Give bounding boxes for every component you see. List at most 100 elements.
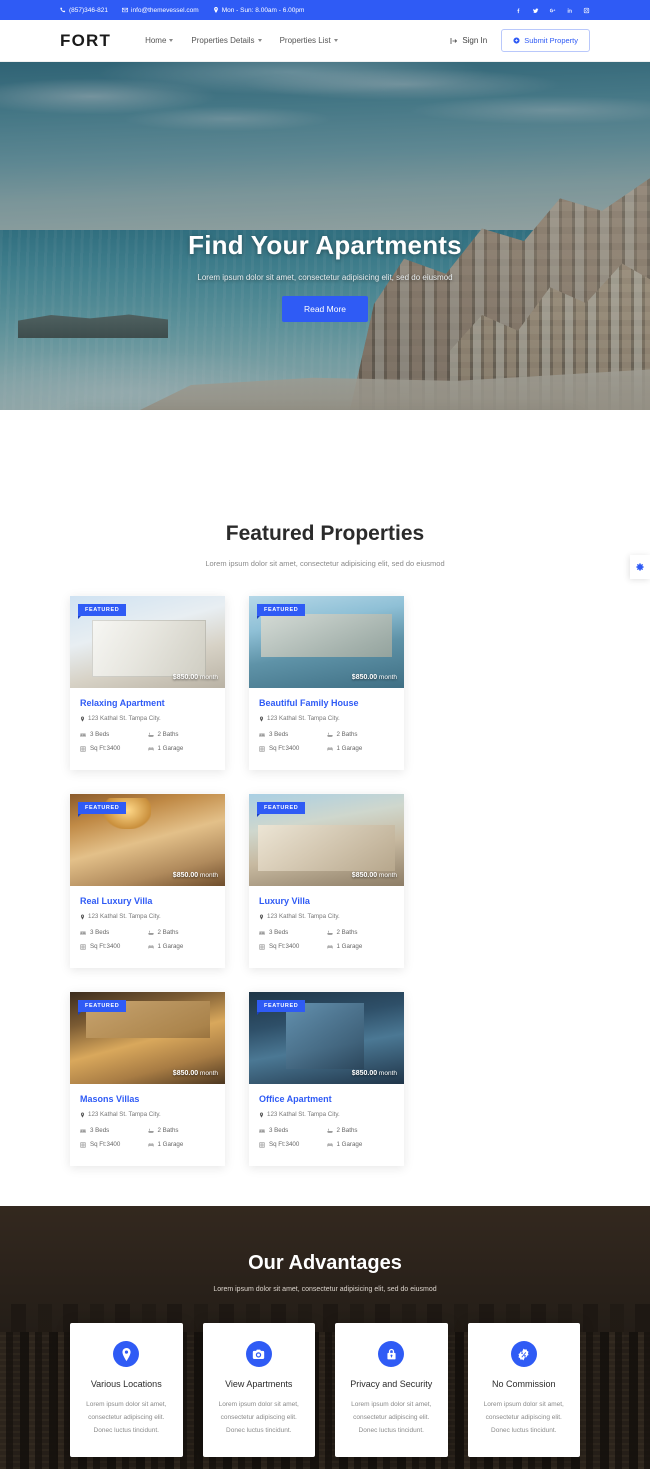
property-address: 123 Kathal St. Tampa City. — [80, 715, 215, 722]
advantage-text: Lorem ipsum dolor sit amet, consectetur … — [351, 1401, 432, 1434]
spec-beds: 3 Beds — [80, 731, 148, 738]
spec-beds: 3 Beds — [259, 1127, 327, 1134]
advantage-card-privacy-security[interactable]: Privacy and Security Lorem ipsum dolor s… — [335, 1323, 448, 1457]
nav-item-home[interactable]: Home — [145, 36, 174, 45]
property-title[interactable]: Real Luxury Villa — [80, 896, 215, 906]
spec-baths-label: 2 Baths — [336, 731, 358, 738]
spec-beds-label: 3 Beds — [269, 1127, 289, 1134]
property-specs: 3 Beds 2 Baths Sq Ft:3400 1 Garage — [80, 929, 215, 950]
site-logo[interactable]: FORT — [60, 31, 111, 51]
linkedin-icon[interactable] — [565, 6, 573, 14]
hero-banner: Find Your Apartments Lorem ipsum dolor s… — [0, 62, 650, 410]
spec-baths: 2 Baths — [326, 731, 395, 738]
property-address-text: 123 Kathal St. Tampa City. — [88, 715, 161, 722]
property-image[interactable]: FEATURED $850.00 month — [249, 596, 404, 688]
twitter-icon[interactable] — [531, 6, 539, 14]
price-amount: $850.00 — [351, 674, 378, 681]
price-amount: $850.00 — [172, 674, 199, 681]
property-image[interactable]: FEATURED $850.00 month — [70, 992, 225, 1084]
property-address: 123 Kathal St. Tampa City. — [259, 1111, 394, 1118]
map-pin-icon — [80, 716, 85, 721]
map-pin-icon — [259, 1112, 264, 1117]
property-address: 123 Kathal St. Tampa City. — [259, 715, 394, 722]
property-address-text: 123 Kathal St. Tampa City. — [267, 715, 340, 722]
property-title[interactable]: Luxury Villa — [259, 896, 394, 906]
map-pin-icon — [80, 1112, 85, 1117]
settings-gear-button[interactable] — [630, 555, 650, 579]
bed-icon — [259, 733, 265, 736]
facebook-icon[interactable] — [514, 6, 522, 14]
property-card[interactable]: FEATURED $850.00 month Luxury Villa 123 … — [249, 794, 404, 968]
property-title[interactable]: Office Apartment — [259, 1094, 394, 1104]
price-amount: $850.00 — [172, 872, 199, 879]
property-card[interactable]: FEATURED $850.00 month Real Luxury Villa… — [70, 794, 225, 968]
bed-icon — [80, 733, 86, 736]
property-image[interactable]: FEATURED $850.00 month — [249, 794, 404, 886]
spec-area: Sq Ft:3400 — [259, 943, 327, 950]
spec-garage: 1 Garage — [326, 943, 395, 950]
property-address: 123 Kathal St. Tampa City. — [80, 913, 215, 920]
property-image[interactable]: FEATURED $850.00 month — [249, 992, 404, 1084]
spec-area: Sq Ft:3400 — [80, 1141, 148, 1148]
spec-baths: 2 Baths — [326, 929, 395, 936]
area-icon — [80, 943, 86, 950]
advantage-title: View Apartments — [225, 1379, 293, 1389]
advantages-content: Our Advantages Lorem ipsum dolor sit ame… — [70, 1252, 580, 1457]
spec-garage-label: 1 Garage — [157, 745, 184, 752]
advantages-card-grid: Various Locations Lorem ipsum dolor sit … — [70, 1323, 580, 1457]
envelope-icon — [122, 7, 128, 13]
read-more-button[interactable]: Read More — [281, 296, 369, 322]
chevron-down-icon — [257, 39, 262, 42]
property-address-text: 123 Kathal St. Tampa City. — [88, 913, 161, 920]
google-plus-icon[interactable] — [548, 6, 556, 14]
property-card[interactable]: FEATURED $850.00 month Relaxing Apartmen… — [70, 596, 225, 770]
featured-badge: FEATURED — [257, 1000, 306, 1015]
phone-contact[interactable]: (857)346-821 — [60, 7, 108, 14]
nav-item-properties-details-label: Properties Details — [191, 36, 255, 45]
submit-property-button[interactable]: Submit Property — [501, 29, 590, 52]
property-address-text: 123 Kathal St. Tampa City. — [88, 1111, 161, 1118]
property-address-text: 123 Kathal St. Tampa City. — [267, 1111, 340, 1118]
nav-item-properties-list[interactable]: Properties List — [280, 36, 338, 45]
property-card[interactable]: FEATURED $850.00 month Office Apartment … — [249, 992, 404, 1166]
nav-item-properties-details[interactable]: Properties Details — [191, 36, 262, 45]
property-title[interactable]: Masons Villas — [80, 1094, 215, 1104]
property-title[interactable]: Relaxing Apartment — [80, 698, 215, 708]
property-image[interactable]: FEATURED $850.00 month — [70, 794, 225, 886]
sign-in-button[interactable]: Sign In — [450, 36, 487, 45]
top-contact-bar: (857)346-821 info@themevessel.com Mon - … — [0, 0, 650, 20]
price-period: month — [378, 1070, 397, 1077]
spec-garage: 1 Garage — [326, 745, 395, 752]
property-card[interactable]: FEATURED $850.00 month Masons Villas 123… — [70, 992, 225, 1166]
advantage-text: Lorem ipsum dolor sit amet, consectetur … — [86, 1401, 167, 1434]
hours-info: Mon - Sun: 8.00am - 6.00pm — [213, 7, 304, 14]
phone-text: (857)346-821 — [69, 6, 109, 14]
bed-icon — [259, 1129, 265, 1132]
social-links — [514, 6, 590, 14]
price-period: month — [199, 674, 218, 681]
property-image[interactable]: FEATURED $850.00 month — [70, 596, 225, 688]
spec-row-beds-baths: 3 Beds 2 Baths — [80, 1127, 215, 1134]
area-icon — [259, 1141, 265, 1148]
email-contact[interactable]: info@themevessel.com — [122, 7, 199, 14]
advantage-title: No Commission — [491, 1379, 556, 1389]
spec-garage: 1 Garage — [147, 1141, 216, 1148]
area-icon — [259, 943, 265, 950]
phone-icon — [60, 7, 66, 13]
spec-baths: 2 Baths — [147, 731, 216, 738]
spec-baths-label: 2 Baths — [157, 731, 179, 738]
property-specs: 3 Beds 2 Baths Sq Ft:3400 1 Garage — [259, 1127, 394, 1148]
instagram-icon[interactable] — [582, 6, 590, 14]
advantage-card-no-commission[interactable]: No Commission Lorem ipsum dolor sit amet… — [467, 1323, 580, 1457]
spec-area: Sq Ft:3400 — [259, 745, 327, 752]
advantage-card-view-apartments[interactable]: View Apartments Lorem ipsum dolor sit am… — [202, 1323, 315, 1457]
advantage-card-various-locations[interactable]: Various Locations Lorem ipsum dolor sit … — [70, 1323, 183, 1457]
property-title[interactable]: Beautiful Family House — [259, 698, 394, 708]
property-card[interactable]: FEATURED $850.00 month Beautiful Family … — [249, 596, 404, 770]
spec-beds: 3 Beds — [80, 1127, 148, 1134]
spec-area-label: Sq Ft:3400 — [269, 943, 300, 950]
sign-in-label: Sign In — [462, 36, 488, 45]
spec-area-label: Sq Ft:3400 — [269, 1141, 300, 1148]
price-amount: $850.00 — [172, 1070, 199, 1077]
nav-links-group: Home Properties Details Properties List — [145, 36, 338, 45]
